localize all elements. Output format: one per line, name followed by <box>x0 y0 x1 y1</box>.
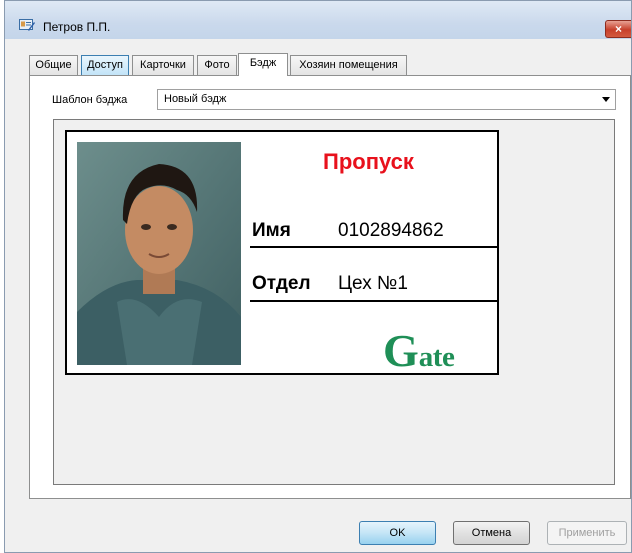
close-icon: × <box>614 22 622 36</box>
ok-button[interactable]: OK <box>359 521 436 545</box>
tab-cards[interactable]: Карточки <box>132 55 194 75</box>
badge-template-value: Новый бэдж <box>164 93 227 105</box>
tab-photo[interactable]: Фото <box>197 55 237 75</box>
window-title: Петров П.П. <box>43 20 111 34</box>
name-label: Имя <box>252 220 291 241</box>
tab-access[interactable]: Доступ <box>81 55 129 75</box>
badge-template-label: Шаблон бэджа <box>52 94 128 106</box>
employee-photo <box>77 142 241 365</box>
name-divider <box>250 246 497 248</box>
tab-room-owner[interactable]: Хозяин помещения <box>290 55 407 75</box>
name-value: 0102894862 <box>338 220 444 241</box>
department-value: Цех №1 <box>338 273 408 294</box>
cancel-button[interactable]: Отмена <box>453 521 530 545</box>
user-card-icon <box>19 19 35 31</box>
close-button[interactable]: × <box>605 20 631 38</box>
badge-tab-panel: Шаблон бэджа Новый бэдж Пропуск Имя 0102… <box>29 75 631 499</box>
badge-title: Пропуск <box>323 149 414 174</box>
badge-card: Пропуск Имя 0102894862 Отдел Цех №1 Gate <box>65 130 499 375</box>
department-divider <box>250 300 497 302</box>
department-label: Отдел <box>252 273 311 294</box>
employee-window: Петров П.П. × Общие Доступ Карточки Фото… <box>4 0 632 553</box>
gate-logo: Gate <box>383 325 455 376</box>
tab-badge[interactable]: Бэдж <box>238 53 288 76</box>
tab-general[interactable]: Общие <box>29 55 78 75</box>
apply-button[interactable]: Применить <box>547 521 627 545</box>
badge-preview-area: Пропуск Имя 0102894862 Отдел Цех №1 Gate <box>53 119 615 485</box>
chevron-down-icon[interactable] <box>602 97 610 102</box>
title-bar[interactable]: Петров П.П. × <box>5 1 631 39</box>
badge-template-select[interactable]: Новый бэдж <box>157 89 616 110</box>
